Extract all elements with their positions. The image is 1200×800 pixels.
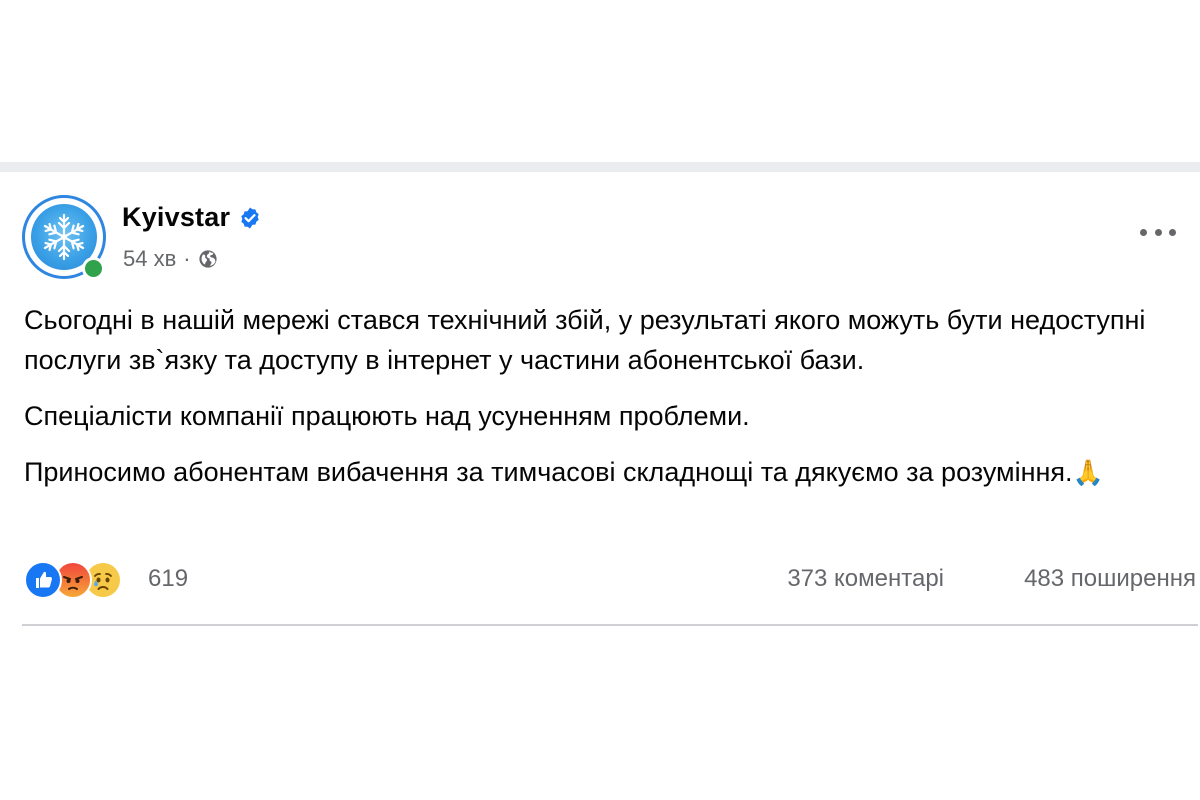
shares-count-link[interactable]: 483 поширення [1024, 565, 1196, 593]
verified-badge-icon [241, 207, 259, 228]
meta-separator: · [183, 246, 191, 271]
post-paragraph: Приносимо абонентам вибачення за тимчасо… [24, 457, 1104, 487]
reaction-count[interactable]: 619 [148, 565, 188, 593]
feed-post: Kyivstar 54 хв · Сьогодні в нашій мережі… [0, 172, 1200, 632]
post-text: Сьогодні в нашій мережі стався технічний… [24, 300, 1194, 509]
author-avatar[interactable] [22, 195, 106, 280]
feed-divider-top [0, 162, 1200, 172]
globe-icon [199, 250, 217, 268]
online-status-indicator [82, 257, 105, 280]
action-bar-divider [22, 624, 1198, 626]
praying-hands-emoji: 🙏 [1072, 459, 1104, 487]
like-icon [24, 561, 62, 599]
post-paragraph: Сьогодні в нашій мережі стався технічний… [24, 305, 1146, 375]
engagement-bar: 619 373 коментарі 483 поширення [24, 560, 1200, 600]
post-paragraph: Спеціалісти компанії працюють над усунен… [24, 401, 750, 431]
reaction-summary[interactable] [24, 560, 122, 600]
author-name[interactable]: Kyivstar [122, 202, 230, 233]
post-timestamp[interactable]: 54 хв [123, 246, 176, 272]
more-options-icon[interactable] [1140, 220, 1176, 244]
comments-count-link[interactable]: 373 коментарі [787, 565, 944, 593]
post-meta: 54 хв · [123, 246, 218, 272]
